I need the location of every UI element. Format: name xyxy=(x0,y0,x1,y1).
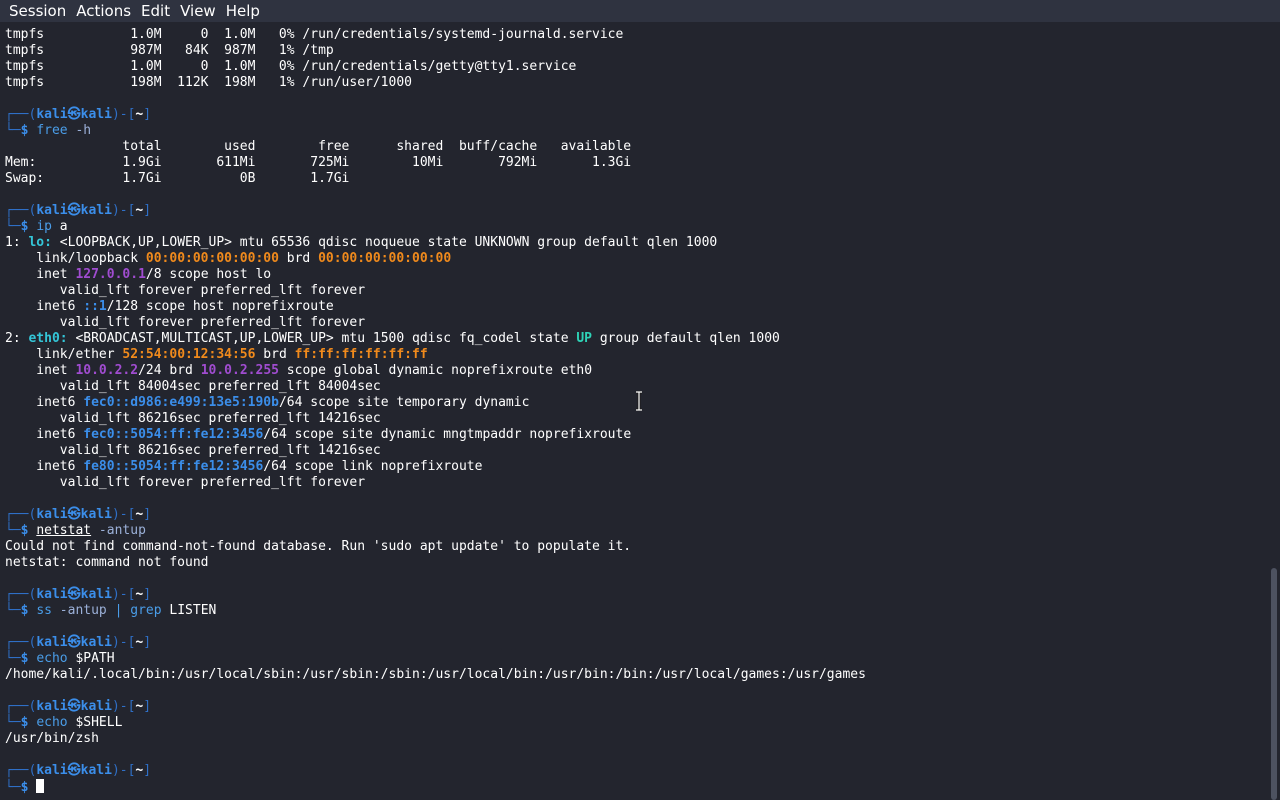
prompt-line: ┌──(kali㉿kali)-[~] xyxy=(5,203,152,218)
df-row: tmpfs 198M 112K 198M 1% /run/user/1000 xyxy=(5,75,412,90)
scrollbar-thumb[interactable] xyxy=(1271,568,1277,800)
command-name: echo xyxy=(36,651,68,666)
df-row: tmpfs 1.0M 0 1.0M 0% /run/credentials/ge… xyxy=(5,59,577,74)
free-swap-row: Swap: 1.7Gi 0B 1.7Gi xyxy=(5,171,350,186)
command-name: free xyxy=(36,123,68,138)
active-command-line[interactable]: └─$ xyxy=(5,779,1267,795)
menu-edit[interactable]: Edit xyxy=(136,0,175,22)
df-row: tmpfs 987M 84K 987M 1% /tmp xyxy=(5,43,334,58)
ip-eth-inet6: inet6 fec0::5054:ff:fe12:3456/64 scope s… xyxy=(5,427,632,442)
free-header: total used free shared buff/cache availa… xyxy=(5,139,632,154)
prompt-user: kali㉿kali xyxy=(36,107,112,122)
path-output: /home/kali/.local/bin:/usr/local/sbin:/u… xyxy=(5,667,866,682)
menu-help[interactable]: Help xyxy=(221,0,265,22)
prompt-line: ┌──(kali㉿kali)-[~] xyxy=(5,107,152,122)
ip-eth-header: 2: eth0: <BROADCAST,MULTICAST,UP,LOWER_U… xyxy=(5,331,780,346)
free-mem-row: Mem: 1.9Gi 611Mi 725Mi 10Mi 792Mi 1.3Gi xyxy=(5,155,632,170)
ip-valid-lft: valid_lft forever preferred_lft forever xyxy=(5,283,366,298)
prompt-line: ┌──(kali㉿kali)-[~] xyxy=(5,507,152,522)
ibeam-cursor-icon xyxy=(636,391,642,411)
prompt-user: kali㉿kali xyxy=(36,203,112,218)
command-line: └─$ ip a xyxy=(5,219,68,234)
prompt-user: kali㉿kali xyxy=(36,635,112,650)
error-output: netstat: command not found xyxy=(5,555,209,570)
command-line: └─$ echo $SHELL xyxy=(5,715,123,730)
ip-lo-inet6: inet6 ::1/128 scope host noprefixroute xyxy=(5,299,334,314)
ip-lo-inet: inet 127.0.0.1/8 scope host lo xyxy=(5,267,272,282)
state-up-badge: UP xyxy=(576,331,593,346)
ip-valid-lft: valid_lft 86216sec preferred_lft 14216se… xyxy=(5,411,381,426)
menu-view[interactable]: View xyxy=(175,0,221,22)
scrollbar[interactable] xyxy=(1268,22,1280,800)
command-line: └─$ ss -antup | grep LISTEN xyxy=(5,603,217,618)
ip-valid-lft: valid_lft forever preferred_lft forever xyxy=(5,315,366,330)
command-name: netstat xyxy=(36,523,92,538)
command-name: ip xyxy=(36,219,52,234)
menu-bar: Session Actions Edit View Help xyxy=(0,0,1280,22)
shell-output: /usr/bin/zsh xyxy=(5,731,99,746)
terminal-output[interactable]: tmpfs 1.0M 0 1.0M 0% /run/credentials/sy… xyxy=(5,27,1267,800)
command-name: ss xyxy=(36,603,52,618)
text-cursor xyxy=(36,779,45,793)
ip-eth-inet: inet 10.0.2.2/24 brd 10.0.2.255 scope gl… xyxy=(5,363,593,378)
prompt-line: ┌──(kali㉿kali)-[~] xyxy=(5,699,152,714)
ip-eth-link: link/ether 52:54:00:12:34:56 brd ff:ff:f… xyxy=(5,347,428,362)
ip-lo-header: 1: lo: <LOOPBACK,UP,LOWER_UP> mtu 65536 … xyxy=(5,235,718,250)
ip-lo-link: link/loopback 00:00:00:00:00:00 brd 00:0… xyxy=(5,251,452,266)
prompt-user: kali㉿kali xyxy=(36,507,112,522)
prompt-line: ┌──(kali㉿kali)-[~] xyxy=(5,763,152,778)
command-line: └─$ free -h xyxy=(5,123,92,138)
error-output: Could not find command-not-found databas… xyxy=(5,539,632,554)
ip-valid-lft: valid_lft 86216sec preferred_lft 14216se… xyxy=(5,443,381,458)
command-line: └─$ echo $PATH xyxy=(5,651,115,666)
ip-valid-lft: valid_lft forever preferred_lft forever xyxy=(5,475,366,490)
prompt-line: ┌──(kali㉿kali)-[~] xyxy=(5,587,152,602)
prompt-line: ┌──(kali㉿kali)-[~] xyxy=(5,635,152,650)
prompt-user: kali㉿kali xyxy=(36,699,112,714)
ip-eth-inet6: inet6 fe80::5054:ff:fe12:3456/64 scope l… xyxy=(5,459,483,474)
command-line: └─$ netstat -antup xyxy=(5,523,146,538)
command-name: echo xyxy=(36,715,68,730)
prompt-user: kali㉿kali xyxy=(36,763,112,778)
menu-actions[interactable]: Actions xyxy=(71,0,136,22)
prompt-user: kali㉿kali xyxy=(36,587,112,602)
df-row: tmpfs 1.0M 0 1.0M 0% /run/credentials/sy… xyxy=(5,27,624,42)
menu-session[interactable]: Session xyxy=(0,0,71,22)
